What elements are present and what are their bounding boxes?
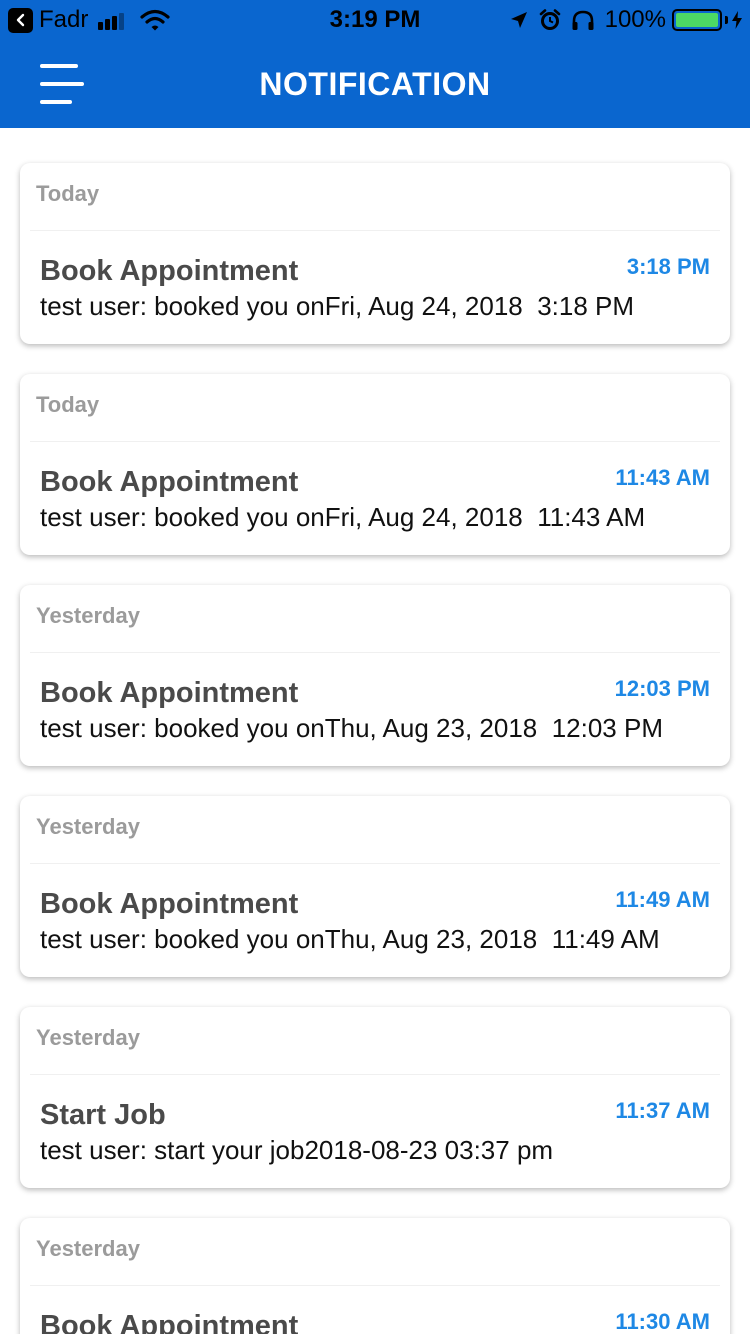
notification-day-label: Yesterday <box>36 1025 140 1050</box>
battery-fill <box>676 13 718 27</box>
status-right: 100% <box>509 6 742 33</box>
card-divider <box>30 1074 720 1075</box>
notification-title: Book Appointment <box>40 677 299 709</box>
notification-title: Start Job <box>40 1099 166 1131</box>
battery-percentage: 100% <box>604 6 666 33</box>
notification-message: test user: booked you onThu, Aug 23, 201… <box>40 713 663 743</box>
alarm-icon <box>539 9 560 30</box>
headphones-icon <box>572 10 594 30</box>
notification-time: 11:43 AM <box>615 465 710 490</box>
card-divider <box>30 652 720 653</box>
page-title: NOTIFICATION <box>259 66 491 102</box>
notification-day-label: Today <box>36 181 100 206</box>
card-divider <box>30 863 720 864</box>
charging-icon <box>732 11 742 29</box>
notification-message: test user: booked you onFri, Aug 24, 201… <box>40 502 646 532</box>
notification-card[interactable]: Yesterday Book Appointment 11:49 AM test us… <box>20 796 730 977</box>
nav-bar: NOTIFICATION <box>0 40 750 128</box>
notification-title: Book Appointment <box>40 466 299 498</box>
notification-title: Book Appointment <box>40 888 299 920</box>
notification-time: 11:37 AM <box>615 1098 710 1123</box>
notification-day-label: Yesterday <box>36 1236 140 1261</box>
notification-screen: Fadr 3:19 PM 100% NOTIFICATION Today Boo… <box>0 0 750 1334</box>
notification-message: test user: booked you onFri, Aug 24, 201… <box>40 291 635 321</box>
notification-title: Book Appointment <box>40 1310 299 1334</box>
notification-day-label: Yesterday <box>36 814 140 839</box>
notification-time: 3:18 PM <box>626 254 710 279</box>
notification-time: 11:49 AM <box>615 887 710 912</box>
card-divider <box>30 230 720 231</box>
notification-card[interactable]: Today Book Appointment 11:43 AM test user: … <box>20 374 730 555</box>
battery-nub <box>725 16 728 24</box>
notification-title: Book Appointment <box>40 255 299 287</box>
notification-message: test user: booked you onThu, Aug 23, 201… <box>40 924 660 954</box>
notification-list[interactable]: Today Book Appointment 3:18 PM test user: b… <box>0 128 750 1334</box>
battery-icon <box>672 9 722 31</box>
top-bar: Fadr 3:19 PM 100% NOTIFICATION <box>0 0 750 128</box>
notification-time: 12:03 PM <box>614 676 710 701</box>
notification-card[interactable]: Yesterday Book Appointment 12:03 PM test us… <box>20 585 730 766</box>
card-divider <box>30 1285 720 1286</box>
notification-card[interactable]: Today Book Appointment 3:18 PM test user: b… <box>20 163 730 344</box>
notification-day-label: Yesterday <box>36 603 140 628</box>
notification-time: 11:30 AM <box>615 1309 710 1334</box>
status-bar: Fadr 3:19 PM 100% <box>0 0 750 40</box>
notification-card[interactable]: Yesterday Start Job 11:37 AM test user: sta… <box>20 1007 730 1188</box>
location-icon <box>510 12 527 28</box>
notification-day-label: Today <box>36 392 100 417</box>
notification-card[interactable]: Yesterday Book Appointment 11:30 AM <box>20 1218 730 1334</box>
notification-message: test user: start your job2018-08-23 03:3… <box>40 1135 554 1165</box>
card-divider <box>30 441 720 442</box>
